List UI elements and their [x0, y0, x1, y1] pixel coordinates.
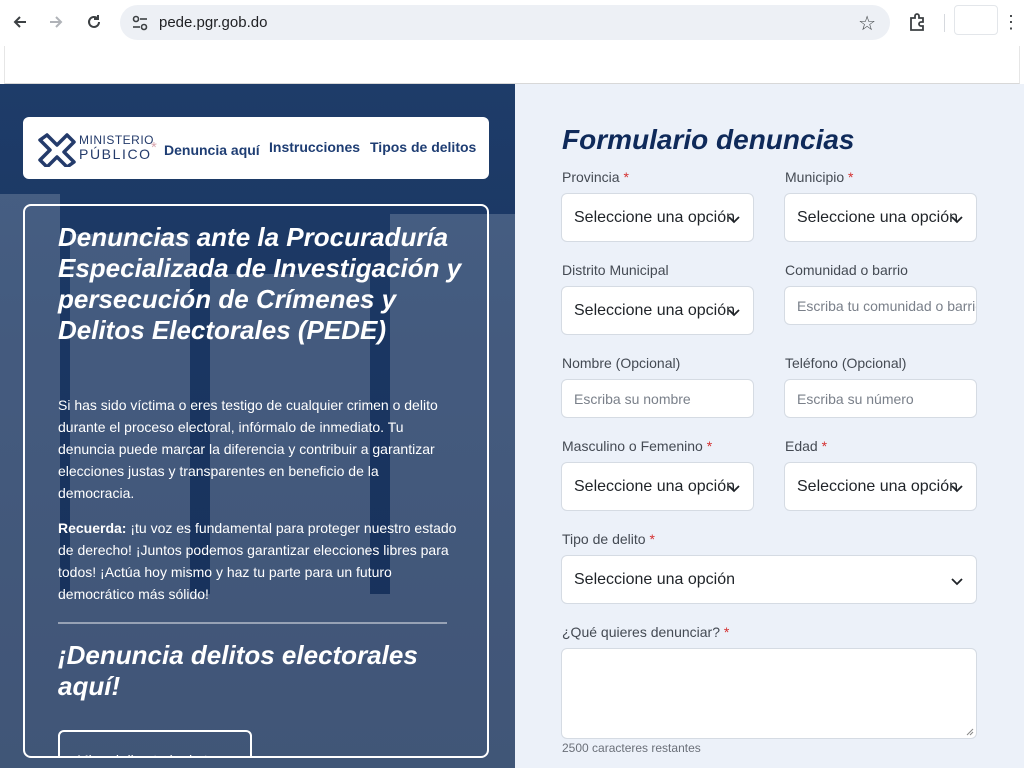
required-mark: * [706, 438, 713, 454]
nav-link-tipos-delitos[interactable]: Tipos de delitos [370, 139, 476, 155]
tipo-delito-value: Seleccione una opción [574, 571, 736, 588]
browser-toolbar: pede.pgr.gob.do ☆ ⋮ [0, 0, 1024, 46]
chars-remaining: 2500 caracteres restantes [562, 741, 701, 755]
logo-text-ministerio: MINISTERIO [79, 133, 155, 147]
required-mark: * [623, 169, 629, 185]
edad-label: Edad * [785, 438, 827, 454]
chevron-down-icon [728, 309, 740, 317]
ministerio-publico-logo-icon[interactable] [37, 129, 77, 167]
genero-label-text: Masculino o Femenino [562, 438, 703, 454]
bookmark-star-icon[interactable]: ☆ [858, 11, 876, 36]
hero-card: Denuncias ante la Procuraduría Especiali… [23, 204, 489, 758]
nombre-input[interactable]: Escriba su nombre [561, 379, 754, 418]
required-mark: * [723, 624, 730, 640]
edad-label-text: Edad [785, 438, 818, 454]
provincia-label-text: Provincia [562, 169, 620, 185]
edad-value: Seleccione una opción [797, 478, 959, 495]
chevron-down-icon [951, 578, 963, 586]
denuncia-textarea[interactable] [561, 648, 977, 739]
required-mark: * [821, 438, 828, 454]
distrito-select[interactable]: Seleccione una opción [561, 286, 754, 335]
tipo-delito-select[interactable]: Seleccione una opción [561, 555, 977, 604]
distrito-value: Seleccione una opción [574, 302, 736, 319]
chevron-down-icon [951, 216, 963, 224]
distrito-label: Distrito Municipal [562, 262, 669, 278]
provincia-select[interactable]: Seleccione una opción [561, 193, 754, 242]
nav-link-denuncia[interactable]: Denuncia aquí [164, 142, 260, 158]
provincia-label: Provincia * [562, 169, 629, 185]
comunidad-placeholder: Escriba tu comunidad o barrio [797, 298, 977, 314]
edad-select[interactable]: Seleccione una opción [784, 462, 977, 511]
hero-title: Denuncias ante la Procuraduría Especiali… [58, 222, 462, 345]
municipio-select[interactable]: Seleccione una opción [784, 193, 977, 242]
toolbar-divider [944, 14, 945, 32]
profile-button[interactable] [954, 5, 998, 35]
genero-label: Masculino o Femenino * [562, 438, 712, 454]
nav-link-instrucciones[interactable]: Instrucciones [269, 139, 360, 155]
cta-title: ¡Denuncia delitos electorales aquí! [58, 640, 418, 701]
telefono-label: Teléfono (Opcional) [785, 355, 907, 371]
hero-paragraph-1: Si has sido víctima o eres testigo de cu… [58, 397, 438, 501]
required-mark: * [848, 169, 854, 185]
reload-icon[interactable] [82, 10, 106, 34]
provincia-value: Seleccione una opción [574, 209, 736, 226]
comunidad-label: Comunidad o barrio [785, 262, 908, 278]
nombre-placeholder: Escriba su nombre [574, 391, 691, 407]
more-menu-icon[interactable]: ⋮ [1002, 10, 1020, 34]
tipo-delito-label: Tipo de delito * [562, 531, 655, 547]
forward-icon[interactable] [44, 10, 68, 34]
comunidad-input[interactable]: Escriba tu comunidad o barrio [784, 286, 977, 325]
url-text[interactable]: pede.pgr.gob.do [159, 14, 267, 31]
required-mark: * [649, 531, 655, 547]
logo-text-publico: PÚBLICO [79, 146, 152, 162]
tipo-delito-label-text: Tipo de delito [562, 531, 646, 547]
telefono-placeholder: Escriba su número [797, 391, 914, 407]
remember-label: Recuerda: [58, 520, 127, 536]
municipio-label-text: Municipio [785, 169, 845, 185]
genero-value: Seleccione una opción [574, 478, 736, 495]
site-navbar: MINISTERIO PÚBLICO * Denuncia aquí Instr… [23, 117, 489, 179]
chevron-down-icon [728, 216, 740, 224]
municipio-value: Seleccione una opción [797, 209, 959, 226]
genero-select[interactable]: Seleccione una opción [561, 462, 754, 511]
back-icon[interactable] [8, 10, 32, 34]
chevron-down-icon [951, 485, 963, 493]
chevron-down-icon [728, 485, 740, 493]
form-title: Formulario denuncias [562, 124, 855, 155]
hero-divider [58, 622, 447, 624]
denuncia-label-text: ¿Qué quieres denunciar? [562, 624, 720, 640]
directory-button[interactable]: Mira el directorio de tu [58, 730, 252, 756]
hero-paragraph-2: Recuerda: ¡tu voz es fundamental para pr… [58, 517, 458, 605]
nombre-label: Nombre (Opcional) [562, 355, 681, 371]
hero-panel: MINISTERIO PÚBLICO * Denuncia aquí Instr… [0, 84, 515, 768]
extensions-icon[interactable] [906, 10, 930, 34]
denuncia-label: ¿Qué quieres denunciar? * [562, 624, 729, 640]
logo-star-icon: * [151, 139, 157, 156]
telefono-input[interactable]: Escriba su número [784, 379, 977, 418]
address-bar[interactable]: pede.pgr.gob.do ☆ [120, 5, 890, 40]
page-top-strip [4, 46, 1020, 84]
resize-handle-icon[interactable] [966, 728, 974, 736]
site-settings-icon[interactable] [130, 13, 150, 33]
municipio-label: Municipio * [785, 169, 853, 185]
